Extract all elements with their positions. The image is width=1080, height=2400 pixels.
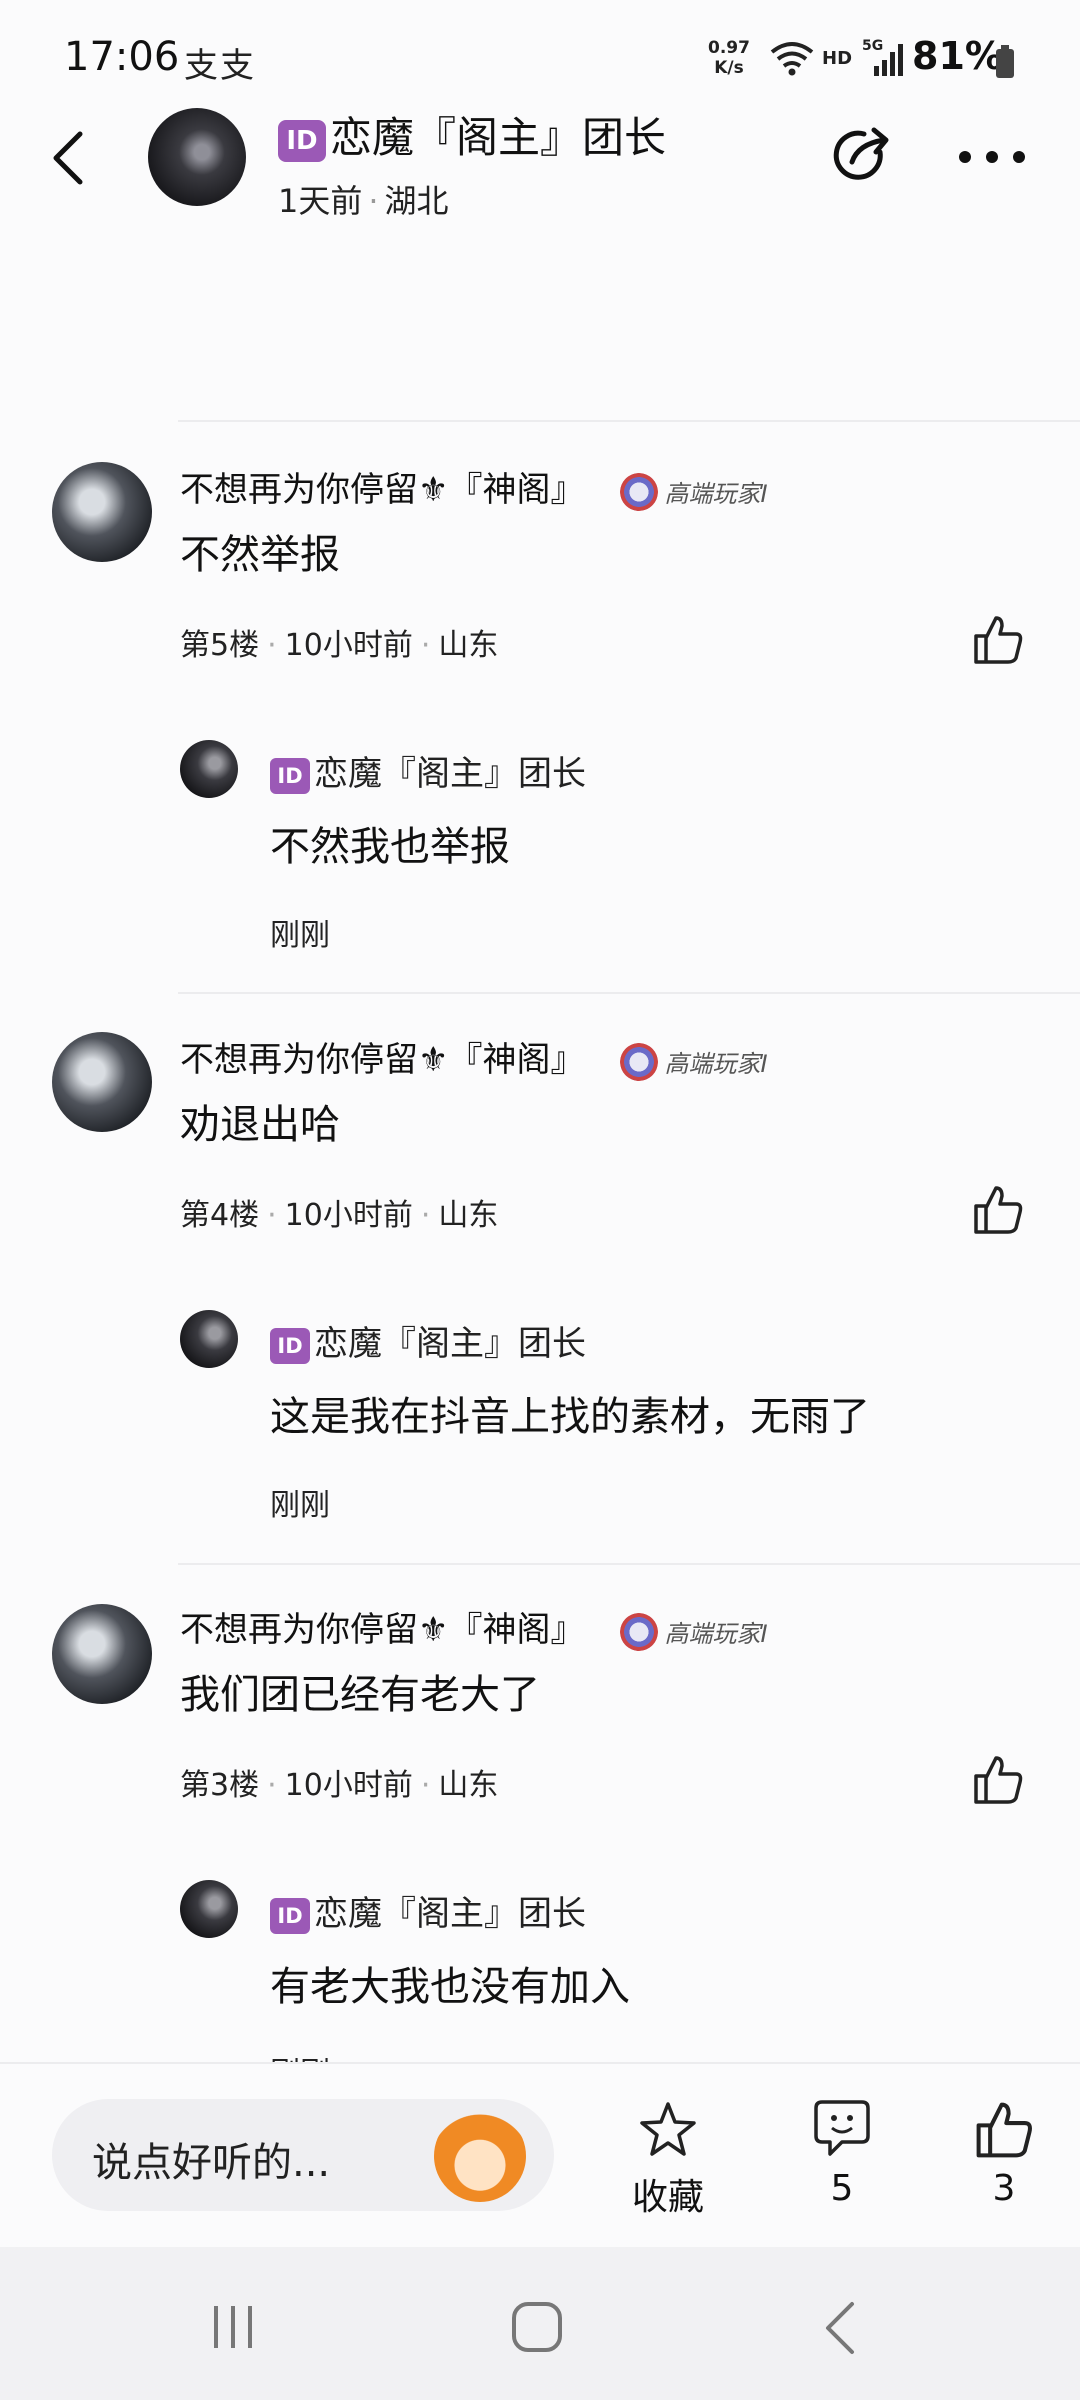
author-name[interactable]: ID 恋魔『阁主』团长 (278, 104, 666, 165)
floor-number: 第3楼 (180, 1768, 260, 1803)
comment-text: 我们团已经有老大了 (180, 1672, 540, 1718)
battery-percent: 81% (912, 34, 1003, 78)
comment-meta: 第3楼 · 10小时前 · 山东 (180, 1768, 499, 1803)
reply-avatar[interactable] (180, 1880, 238, 1938)
reply-author[interactable]: ID 恋魔『阁主』团长 (270, 1316, 586, 1365)
reply-text: 这是我在抖音上找的素材，无雨了 (270, 1394, 870, 1440)
status-bar: 17:06 支支 0.97 K/s HD 5G 81% (0, 0, 1080, 110)
rank-label: 高端玩家I (664, 480, 768, 508)
reply-time: 刚刚 (270, 1488, 330, 1523)
post-meta: 1天前 · 湖北 (278, 182, 449, 220)
reply-author-text: 恋魔『阁主』团长 (314, 754, 586, 794)
id-badge: ID (270, 1897, 310, 1934)
divider (178, 1563, 1080, 1565)
commenter-name[interactable]: 不想再为你停留⚜『神阁』 高端玩家I (180, 1602, 768, 1651)
comment-meta: 第4楼 · 10小时前 · 山东 (180, 1198, 499, 1233)
commenter-avatar[interactable] (52, 462, 152, 562)
home-icon[interactable] (510, 2300, 564, 2354)
rank-medal-icon (620, 1612, 659, 1651)
commenter-avatar[interactable] (52, 1032, 152, 1132)
commenter-name-text: 不想再为你停留⚜『神阁』 (180, 1040, 585, 1080)
comment-location: 山东 (438, 628, 499, 663)
author-avatar[interactable] (148, 108, 246, 206)
comment-location: 山东 (438, 1768, 499, 1803)
reply-author-text: 恋魔『阁主』团长 (314, 1324, 586, 1364)
reply-avatar[interactable] (180, 740, 238, 798)
comment-location: 山东 (438, 1198, 499, 1233)
thumbs-up-icon[interactable] (972, 1184, 1024, 1236)
star-icon[interactable] (638, 2100, 698, 2160)
hd-indicator: HD (822, 48, 853, 69)
speed-unit: K/s (714, 58, 744, 78)
author-name-text: 恋魔『阁主』团长 (330, 113, 667, 162)
divider (178, 992, 1080, 994)
thumbs-up-icon[interactable] (972, 614, 1024, 666)
reply-author-text: 恋魔『阁主』团长 (314, 1894, 586, 1934)
comment-meta: 第5楼 · 10小时前 · 山东 (180, 628, 499, 663)
rank-label: 高端玩家I (664, 1050, 768, 1078)
commenter-name-text: 不想再为你停留⚜『神阁』 (180, 470, 585, 510)
notification-icons: 支支 (184, 46, 256, 86)
thumbs-up-icon[interactable] (974, 2100, 1034, 2160)
commenter-name[interactable]: 不想再为你停留⚜『神阁』 高端玩家I (180, 1032, 768, 1081)
commenter-avatar[interactable] (52, 1604, 152, 1704)
id-badge: ID (270, 757, 310, 794)
comment-time: 10小时前 (284, 1768, 413, 1803)
comment-time: 10小时前 (284, 1198, 413, 1233)
reply-author[interactable]: ID 恋魔『阁主』团长 (270, 746, 586, 795)
nav-back-icon[interactable] (822, 2300, 858, 2356)
floor-number: 第5楼 (180, 628, 260, 663)
battery-icon (996, 45, 1014, 78)
status-time: 17:06 (64, 34, 180, 80)
rank-medal-icon (620, 1042, 659, 1081)
back-arrow-icon[interactable] (52, 130, 84, 186)
id-badge: ID (270, 1327, 310, 1364)
id-badge: ID (278, 119, 326, 162)
divider (178, 420, 1080, 422)
recent-apps-icon[interactable] (208, 2302, 258, 2352)
thumbs-up-icon[interactable] (972, 1754, 1024, 1806)
post-time: 1天前 (278, 182, 363, 220)
commenter-name-text: 不想再为你停留⚜『神阁』 (180, 1610, 585, 1650)
network-speed: 0.97 K/s (708, 38, 750, 78)
commenter-name[interactable]: 不想再为你停留⚜『神阁』 高端玩家I (180, 462, 768, 511)
comment-text: 不然举报 (180, 532, 340, 578)
more-dots-icon[interactable] (958, 150, 1026, 164)
reply-text: 有老大我也没有加入 (270, 1964, 630, 2010)
comment-bubble-icon[interactable] (812, 2098, 872, 2160)
share-icon[interactable] (828, 122, 896, 190)
signal-bars-icon (874, 44, 903, 76)
rank-medal-icon (620, 472, 659, 511)
comment-time: 10小时前 (284, 628, 413, 663)
floor-number: 第4楼 (180, 1198, 260, 1233)
rank-label: 高端玩家I (664, 1620, 768, 1648)
comment-text: 劝退出哈 (180, 1102, 340, 1148)
comment-input-placeholder[interactable]: 说点好听的... (92, 2130, 330, 2188)
favorite-label[interactable]: 收藏 (608, 2168, 728, 2220)
post-location: 湖北 (384, 182, 449, 220)
reply-author[interactable]: ID 恋魔『阁主』团长 (270, 1886, 586, 1935)
speed-value: 0.97 (708, 38, 750, 58)
wifi-icon (770, 42, 814, 76)
reply-time: 刚刚 (270, 918, 330, 953)
reply-avatar[interactable] (180, 1310, 238, 1368)
like-count[interactable]: 3 (944, 2168, 1064, 2209)
comment-count[interactable]: 5 (782, 2168, 902, 2209)
emoji-sticker-icon[interactable] (434, 2110, 526, 2202)
reply-text: 不然我也举报 (270, 824, 510, 870)
